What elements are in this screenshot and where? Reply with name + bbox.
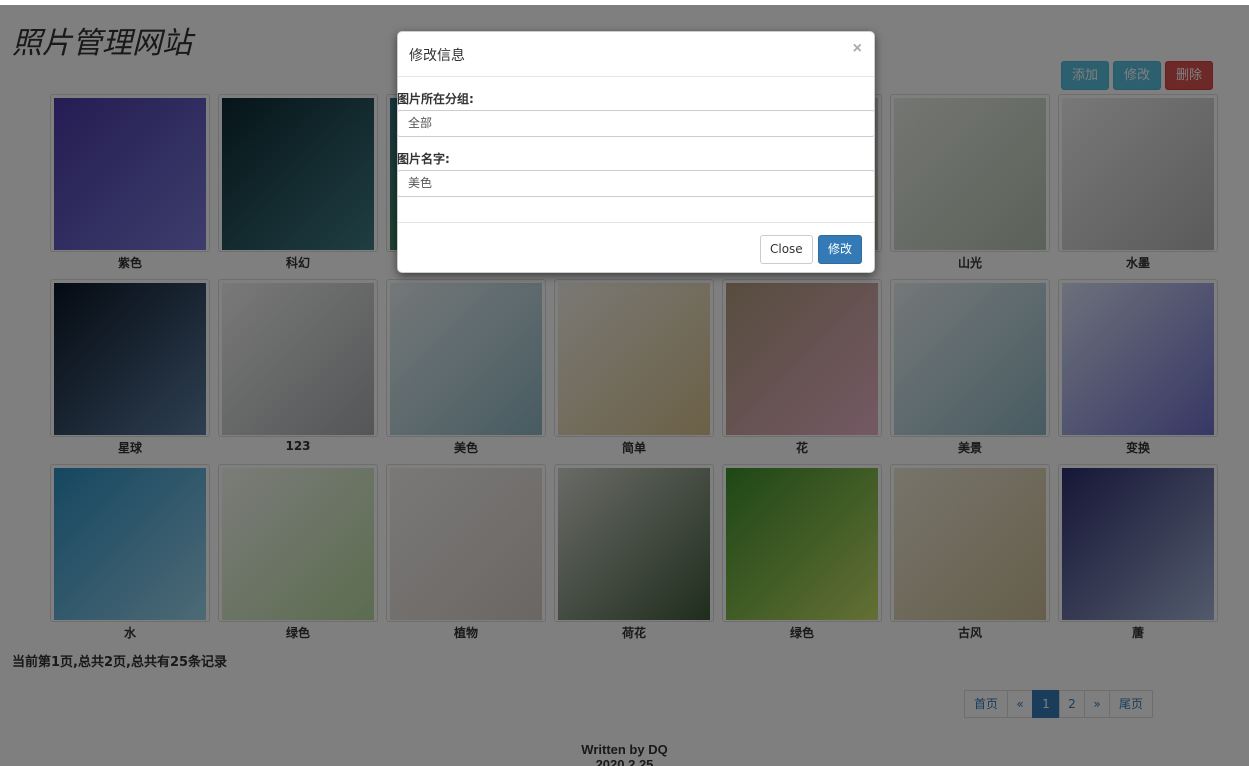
modal-body: 图片所在分组: 全部 图片名字: 美色 bbox=[397, 77, 875, 222]
name-label: 图片名字: bbox=[397, 152, 450, 166]
modal-title: 修改信息 bbox=[409, 48, 465, 64]
group-label: 图片所在分组: bbox=[397, 92, 474, 106]
close-button[interactable]: Close bbox=[760, 235, 813, 264]
edit-info-modal: 修改信息 × 图片所在分组: 全部 图片名字: 美色 Close 修改 bbox=[397, 31, 875, 273]
name-field[interactable]: 美色 bbox=[397, 170, 875, 197]
modal-footer: Close 修改 bbox=[398, 222, 874, 274]
group-field[interactable]: 全部 bbox=[397, 110, 875, 137]
submit-edit-button[interactable]: 修改 bbox=[818, 235, 863, 264]
modal-header: 修改信息 × bbox=[398, 32, 874, 77]
close-icon[interactable]: × bbox=[853, 40, 862, 58]
